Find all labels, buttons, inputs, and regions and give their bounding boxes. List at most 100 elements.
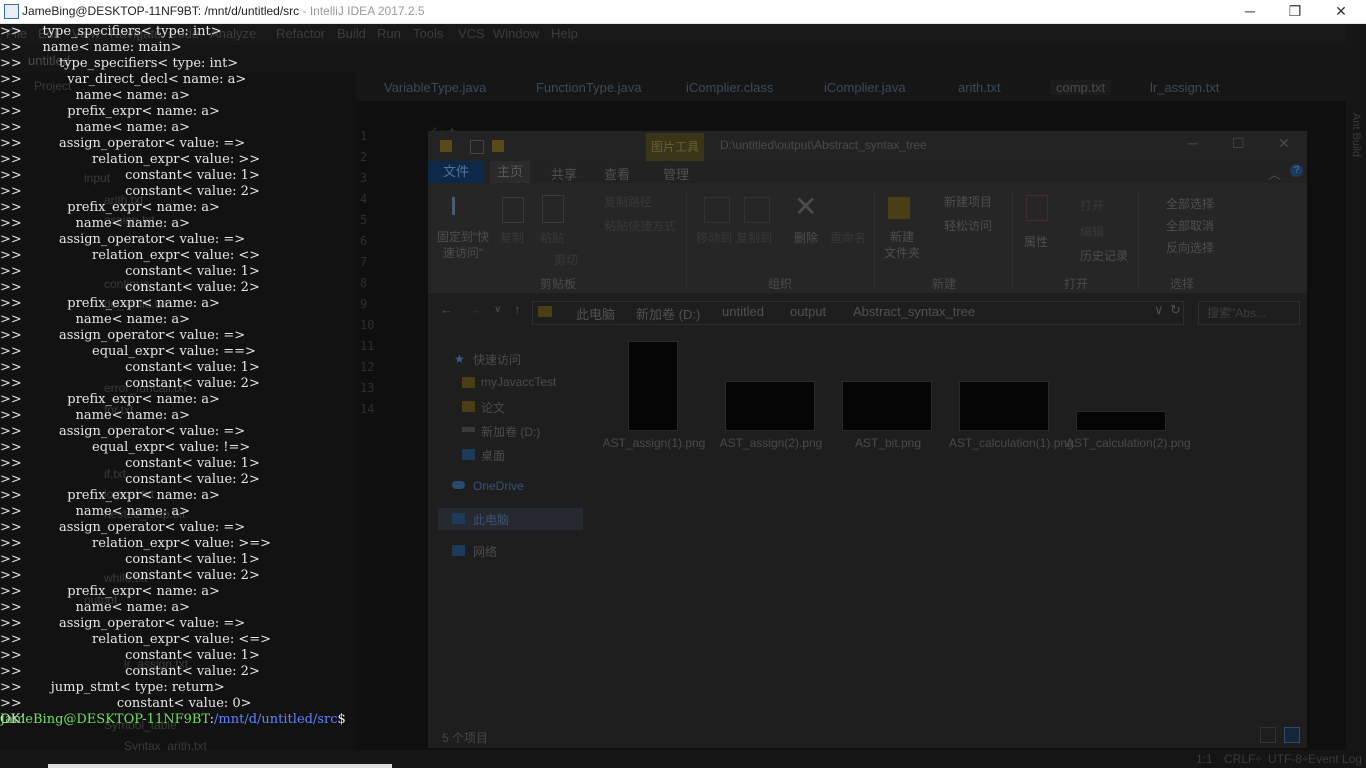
- rename-button[interactable]: 重命名: [830, 229, 866, 246]
- file-thumbnail[interactable]: [725, 381, 815, 431]
- new-folder-quick-icon[interactable]: [492, 140, 504, 152]
- delete-button[interactable]: 删除: [794, 229, 818, 246]
- breadcrumb-volume-d[interactable]: 新加卷 (D:): [636, 304, 700, 323]
- back-arrow-icon[interactable]: ←: [440, 302, 453, 317]
- open-button[interactable]: 打开: [1080, 197, 1104, 214]
- editor-tab[interactable]: comp.txt: [1050, 80, 1112, 95]
- explorer-status-count: 5 个项目: [442, 731, 489, 745]
- file-item-name[interactable]: AST_assign(2).png: [715, 435, 827, 452]
- breadcrumb-abstract-syntax-tree[interactable]: Abstract_syntax_tree: [853, 304, 975, 319]
- nav-thesis[interactable]: 论文: [481, 399, 505, 416]
- collapse-ribbon-icon[interactable]: ︿: [1268, 164, 1281, 183]
- prompt-user: JameBing@DESKTOP-11NF9BT: [0, 712, 210, 727]
- ide-menu-item[interactable]: Help: [551, 26, 578, 41]
- move-to-button[interactable]: 移动到: [696, 229, 732, 246]
- terminal-line: >> prefix_expr< name: a>: [0, 104, 220, 119]
- copy-path-button[interactable]: 复制路径: [604, 193, 652, 210]
- explorer-minimize-button[interactable]: ─: [1188, 135, 1198, 151]
- file-thumbnail[interactable]: [628, 341, 678, 431]
- copy-to-button[interactable]: 复制到: [736, 229, 772, 246]
- status-event-log[interactable]: Event Log: [1308, 752, 1362, 766]
- paste-shortcut-button[interactable]: 粘贴快捷方式: [604, 217, 676, 234]
- status-encoding[interactable]: UTF-8÷: [1268, 752, 1309, 766]
- close-button[interactable]: ✕: [1321, 2, 1361, 20]
- properties-button[interactable]: 属性: [1024, 233, 1048, 250]
- nav-onedrive[interactable]: OneDrive: [473, 479, 524, 493]
- file-item-name[interactable]: AST_bit.png: [832, 435, 944, 452]
- explorer-close-button[interactable]: ✕: [1278, 135, 1290, 152]
- ide-menu-item[interactable]: VCS: [458, 26, 485, 41]
- new-folder-button[interactable]: 新建 文件夹: [884, 229, 920, 261]
- nav-volume-d[interactable]: 新加卷 (D:): [481, 423, 540, 440]
- ribbon-tab-file[interactable]: 文件: [428, 161, 484, 183]
- ribbon-tab-share[interactable]: 共享: [551, 164, 577, 183]
- select-none-button[interactable]: 全部取消: [1166, 217, 1214, 234]
- file-item-name[interactable]: AST_assign(1).png: [598, 435, 710, 452]
- edit-button[interactable]: 编辑: [1080, 223, 1104, 240]
- refresh-icon[interactable]: ↻: [1170, 302, 1181, 318]
- forward-arrow-icon[interactable]: →: [468, 302, 481, 317]
- nav-network[interactable]: 网络: [473, 543, 497, 560]
- invert-selection-button[interactable]: 反向选择: [1166, 239, 1214, 256]
- paste-button[interactable]: 粘贴: [540, 229, 564, 246]
- large-icons-view-icon[interactable]: [1284, 727, 1300, 743]
- nav-this-pc[interactable]: 此电脑: [473, 511, 509, 528]
- minimize-button[interactable]: ─: [1230, 2, 1270, 20]
- cut-button[interactable]: 剪切: [554, 251, 578, 268]
- explorer-maximize-button[interactable]: ☐: [1232, 135, 1245, 152]
- file-item-name[interactable]: AST_calculation(1).png: [949, 435, 1074, 452]
- properties-quick-icon[interactable]: [470, 140, 484, 154]
- help-icon[interactable]: ?: [1290, 164, 1303, 177]
- history-button[interactable]: 历史记录: [1080, 247, 1128, 264]
- search-input[interactable]: 搜索"Abs...: [1198, 301, 1300, 325]
- file-thumbnail[interactable]: [842, 381, 932, 431]
- nav-myjavacctest[interactable]: myJavaccTest: [481, 375, 556, 389]
- terminal-line: >> relation_expr< value: <>: [0, 248, 261, 263]
- ribbon-tab-view[interactable]: 查看: [604, 164, 630, 183]
- breadcrumb-this-pc[interactable]: 此电脑: [576, 304, 615, 323]
- status-line-separator[interactable]: CRLF÷: [1224, 752, 1262, 766]
- breadcrumb-untitled[interactable]: untitled: [722, 304, 764, 319]
- easy-access-button[interactable]: 轻松访问: [944, 217, 992, 234]
- ribbon-tab-manage[interactable]: 管理: [663, 164, 689, 183]
- folder-icon: [538, 306, 552, 317]
- file-thumbnail[interactable]: [1076, 411, 1166, 431]
- editor-tab[interactable]: iComplier.class: [686, 80, 773, 95]
- ant-build-tab[interactable]: Ant Build: [1350, 113, 1362, 157]
- editor-tab[interactable]: iComplier.java: [824, 80, 906, 95]
- terminal-line: >> name< name: a>: [0, 120, 190, 135]
- nav-quick-access[interactable]: 快速访问: [473, 351, 521, 368]
- address-dropdown-icon[interactable]: ∨: [1154, 302, 1164, 318]
- shell-prompt[interactable]: JameBing@DESKTOP-11NF9BT:/mnt/d/untitled…: [0, 711, 346, 729]
- select-all-button[interactable]: 全部选择: [1166, 195, 1214, 212]
- file-thumbnail[interactable]: [959, 381, 1049, 431]
- details-view-icon[interactable]: [1260, 727, 1276, 743]
- terminal-line: >> equal_expr< value: ==>: [0, 344, 256, 359]
- ide-right-tool-strip: Ant Build: [1346, 23, 1366, 768]
- terminal-line: >> type_specifiers< type: int>: [0, 24, 222, 39]
- breadcrumb-output[interactable]: output: [790, 304, 826, 319]
- editor-tab[interactable]: arith.txt: [958, 80, 1001, 95]
- file-item-name[interactable]: AST_calculation(2).png: [1066, 435, 1191, 452]
- terminal-line: >> prefix_expr< name: a>: [0, 296, 220, 311]
- up-arrow-icon[interactable]: ↑: [514, 302, 521, 317]
- picture-tools-tab[interactable]: 图片工具: [646, 133, 704, 161]
- terminal-line: >> constant< value: 1>: [0, 552, 260, 567]
- terminal-line: >> constant< value: 1>: [0, 168, 260, 183]
- new-item-button[interactable]: 新建项目: [944, 193, 992, 210]
- status-position[interactable]: 1:1: [1196, 752, 1213, 766]
- file-explorer-window: 图片工具 D:\untitled\output\Abstract_syntax_…: [428, 131, 1307, 748]
- open-group-label: 打开: [1064, 277, 1089, 291]
- copy-button[interactable]: 复制: [500, 229, 524, 246]
- delete-icon: ✕: [794, 191, 818, 222]
- ribbon-tab-home[interactable]: 主页: [490, 161, 530, 183]
- nav-desktop[interactable]: 桌面: [481, 447, 505, 464]
- recent-chevron-icon[interactable]: ∨: [494, 304, 501, 315]
- editor-tab[interactable]: FunctionType.java: [536, 80, 642, 95]
- editor-tab[interactable]: lr_assign.txt: [1150, 80, 1219, 95]
- ide-menu-item[interactable]: Window: [493, 26, 539, 41]
- organize-group-label: 组织: [768, 277, 793, 291]
- ribbon-separator: [686, 191, 687, 289]
- pin-quick-access-button[interactable]: 固定到"快 速访问": [436, 229, 490, 261]
- restore-button[interactable]: ❐: [1275, 2, 1315, 20]
